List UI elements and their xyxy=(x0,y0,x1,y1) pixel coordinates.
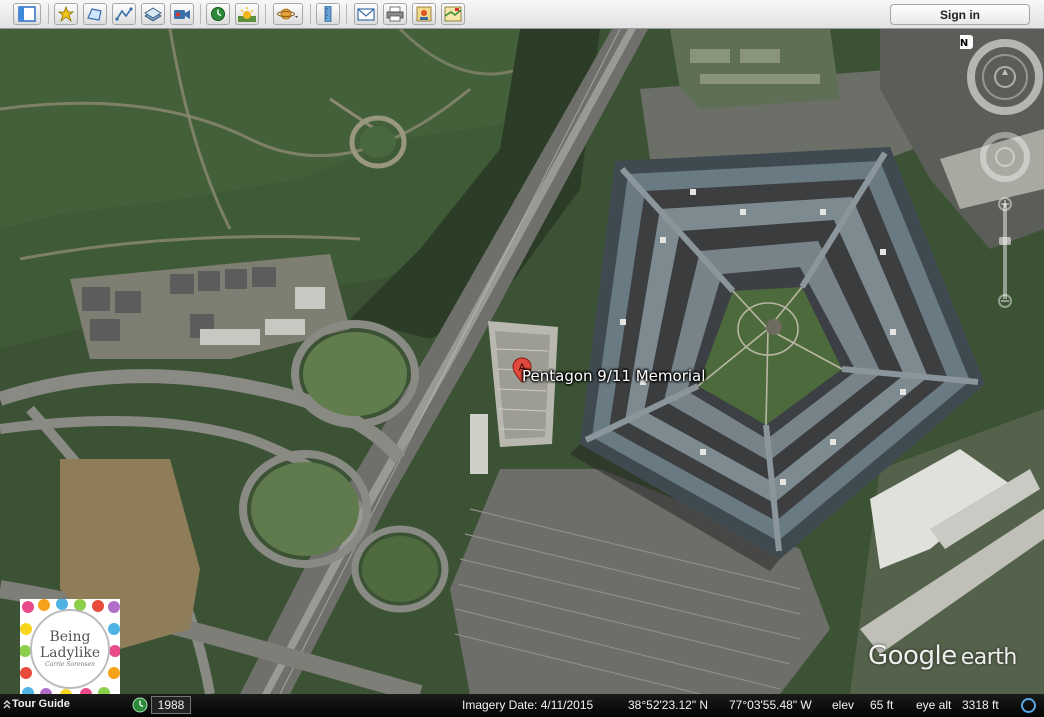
sign-in-button[interactable]: Sign in xyxy=(890,4,1030,25)
navigation-controls[interactable]: N xyxy=(960,29,1044,329)
brand-main: Google xyxy=(868,641,957,671)
historical-imagery-icon xyxy=(211,7,225,21)
sidebar-toggle-icon xyxy=(18,6,36,22)
elevation-label: elev xyxy=(832,698,855,712)
status-bar: Tour Guide 1988 Imagery Date: 4/11/2015 … xyxy=(0,694,1044,717)
add-placemark-button[interactable] xyxy=(54,3,78,25)
historical-imagery-button[interactable] xyxy=(206,3,230,25)
add-polygon-icon xyxy=(87,8,102,21)
save-image-icon xyxy=(416,6,432,22)
sidebar-toggle-button[interactable] xyxy=(13,3,41,25)
add-image-overlay-icon xyxy=(144,7,162,22)
ruler-icon xyxy=(324,6,332,22)
look-joystick[interactable] xyxy=(994,66,1016,88)
add-image-overlay-button[interactable] xyxy=(141,3,165,25)
save-image-button[interactable] xyxy=(412,3,436,25)
compass-ring[interactable] xyxy=(967,39,1043,115)
zoom-slider[interactable] xyxy=(998,197,1012,308)
record-tour-icon xyxy=(174,10,190,19)
logo-circle: Being Ladylike Carrie Sorensen xyxy=(30,609,110,689)
sunlight-icon xyxy=(238,7,256,22)
north-indicator[interactable]: N xyxy=(960,35,973,49)
chevron-up-icon[interactable] xyxy=(3,699,11,709)
record-tour-button[interactable] xyxy=(170,3,194,25)
toolbar: Sign in xyxy=(0,0,1044,29)
email-icon xyxy=(357,8,375,21)
brand-sub: earth xyxy=(960,645,1018,670)
toolbar-separator xyxy=(310,4,311,24)
print-button[interactable] xyxy=(383,3,407,25)
email-button[interactable] xyxy=(354,3,378,25)
toolbar-separator xyxy=(48,4,49,24)
toolbar-separator xyxy=(200,4,201,24)
planets-icon xyxy=(277,8,298,20)
add-path-button[interactable] xyxy=(112,3,136,25)
elevation-value: 65 ft xyxy=(870,698,894,712)
longitude-readout: 77°03'55.48" W xyxy=(729,698,812,712)
placemark-label[interactable]: Pentagon 9/11 Memorial xyxy=(522,367,705,385)
print-icon xyxy=(386,6,404,22)
clock-icon[interactable] xyxy=(132,697,148,713)
latitude-readout: 38°52'23.12" N xyxy=(628,698,709,712)
add-path-icon xyxy=(115,7,133,21)
view-in-maps-icon xyxy=(444,6,462,22)
eye-altitude-value: 3318 ft xyxy=(962,698,999,712)
add-placemark-icon xyxy=(57,6,75,22)
sunlight-button[interactable] xyxy=(235,3,259,25)
imagery-date: Imagery Date: 4/11/2015 xyxy=(462,698,594,712)
toolbar-separator xyxy=(346,4,347,24)
planets-button[interactable] xyxy=(273,3,303,25)
logo-line-2: Ladylike xyxy=(39,645,101,661)
google-earth-watermark: Google earth xyxy=(868,641,1017,671)
view-in-maps-button[interactable] xyxy=(441,3,465,25)
earth-map-view[interactable]: A Pentagon 9/11 Memorial N Being Ladylik… xyxy=(0,29,1044,694)
move-joystick[interactable] xyxy=(980,132,1030,182)
compass-north-letter: N xyxy=(960,38,968,49)
being-ladylike-logo: Being Ladylike Carrie Sorensen xyxy=(20,599,120,694)
logo-line-1: Being xyxy=(49,629,91,645)
streaming-indicator-icon xyxy=(1021,698,1036,713)
eye-altitude-label: eye alt xyxy=(916,698,952,712)
add-polygon-button[interactable] xyxy=(83,3,107,25)
logo-signature: Carrie Sorensen xyxy=(45,661,95,668)
historical-year-field[interactable]: 1988 xyxy=(151,696,191,714)
toolbar-separator xyxy=(265,4,266,24)
tour-guide-toggle[interactable]: Tour Guide xyxy=(12,698,70,710)
ruler-button[interactable] xyxy=(316,3,340,25)
